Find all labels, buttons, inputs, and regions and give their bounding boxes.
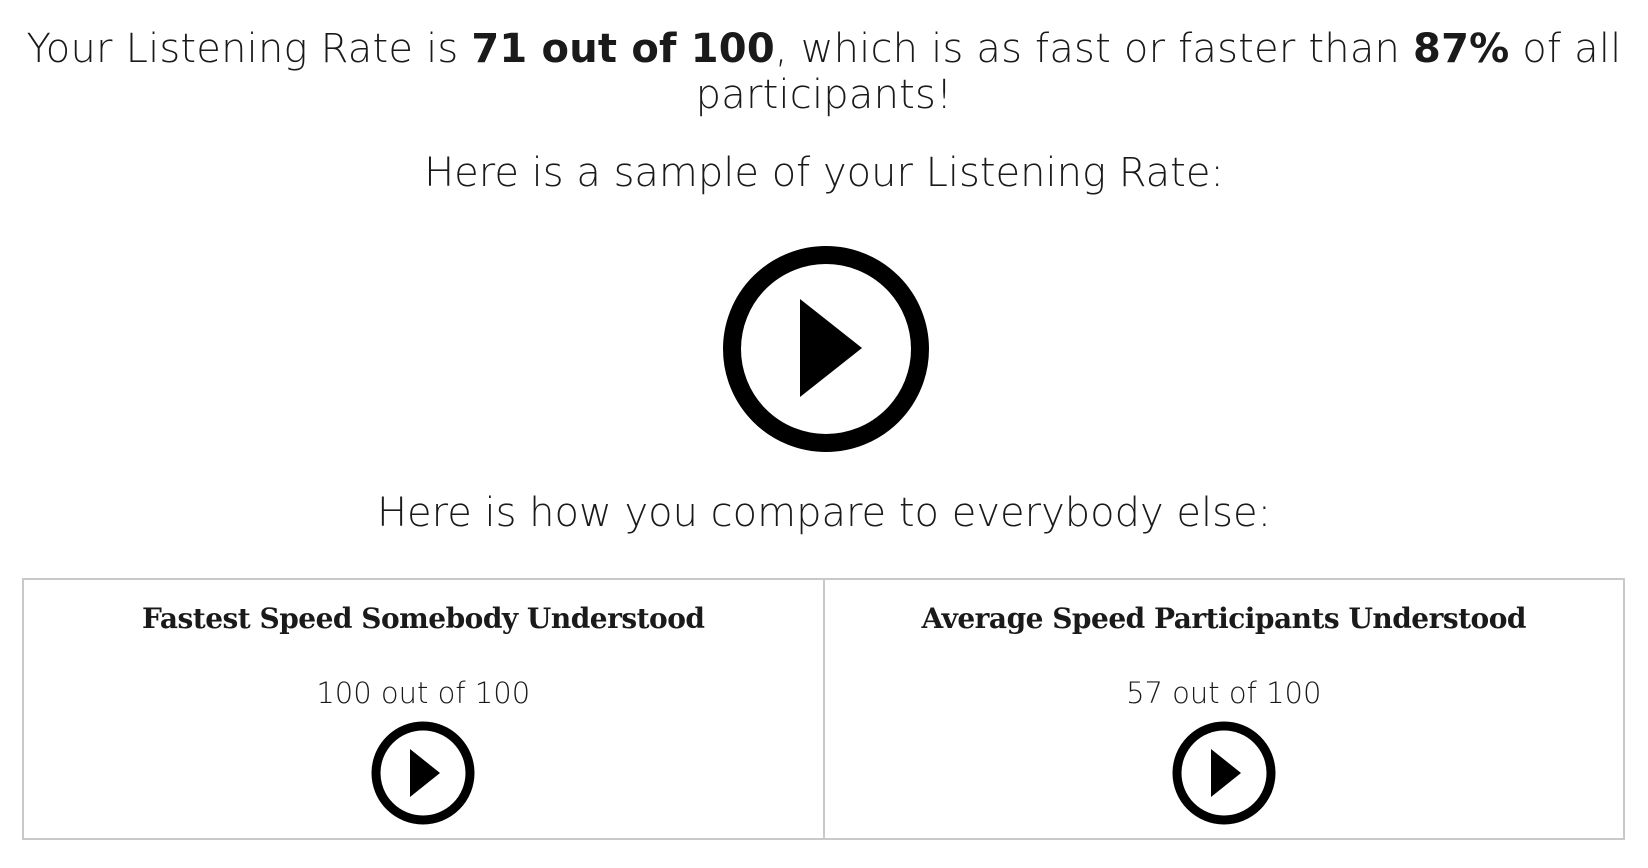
listening-rate-value: 71 out of 100 — [471, 26, 775, 72]
cell-title: Fastest Speed Somebody Understood — [142, 602, 705, 635]
play-circle-icon[interactable] — [370, 720, 476, 826]
sample-heading: Here is a sample of your Listening Rate: — [424, 150, 1224, 196]
comparison-table: Fastest Speed Somebody Understood 100 ou… — [22, 578, 1625, 840]
listening-rate-result: Your Listening Rate is 71 out of 100, wh… — [0, 26, 1648, 118]
play-circle-icon[interactable] — [720, 243, 932, 455]
play-circle-icon[interactable] — [1171, 720, 1277, 826]
fastest-speed-cell: Fastest Speed Somebody Understood 100 ou… — [24, 580, 823, 838]
average-speed-cell: Average Speed Participants Understood 57… — [822, 580, 1624, 838]
compare-heading: Here is how you compare to everybody els… — [376, 490, 1272, 536]
percentile-value: 87% — [1413, 26, 1510, 72]
result-prefix: Your Listening Rate is — [26, 26, 472, 72]
cell-value: 100 out of 100 — [316, 676, 531, 710]
cell-title: Average Speed Participants Understood — [921, 602, 1527, 635]
cell-value: 57 out of 100 — [1126, 676, 1322, 710]
results-page: Your Listening Rate is 71 out of 100, wh… — [0, 0, 1648, 868]
result-middle: , which is as fast or faster than — [774, 26, 1414, 72]
